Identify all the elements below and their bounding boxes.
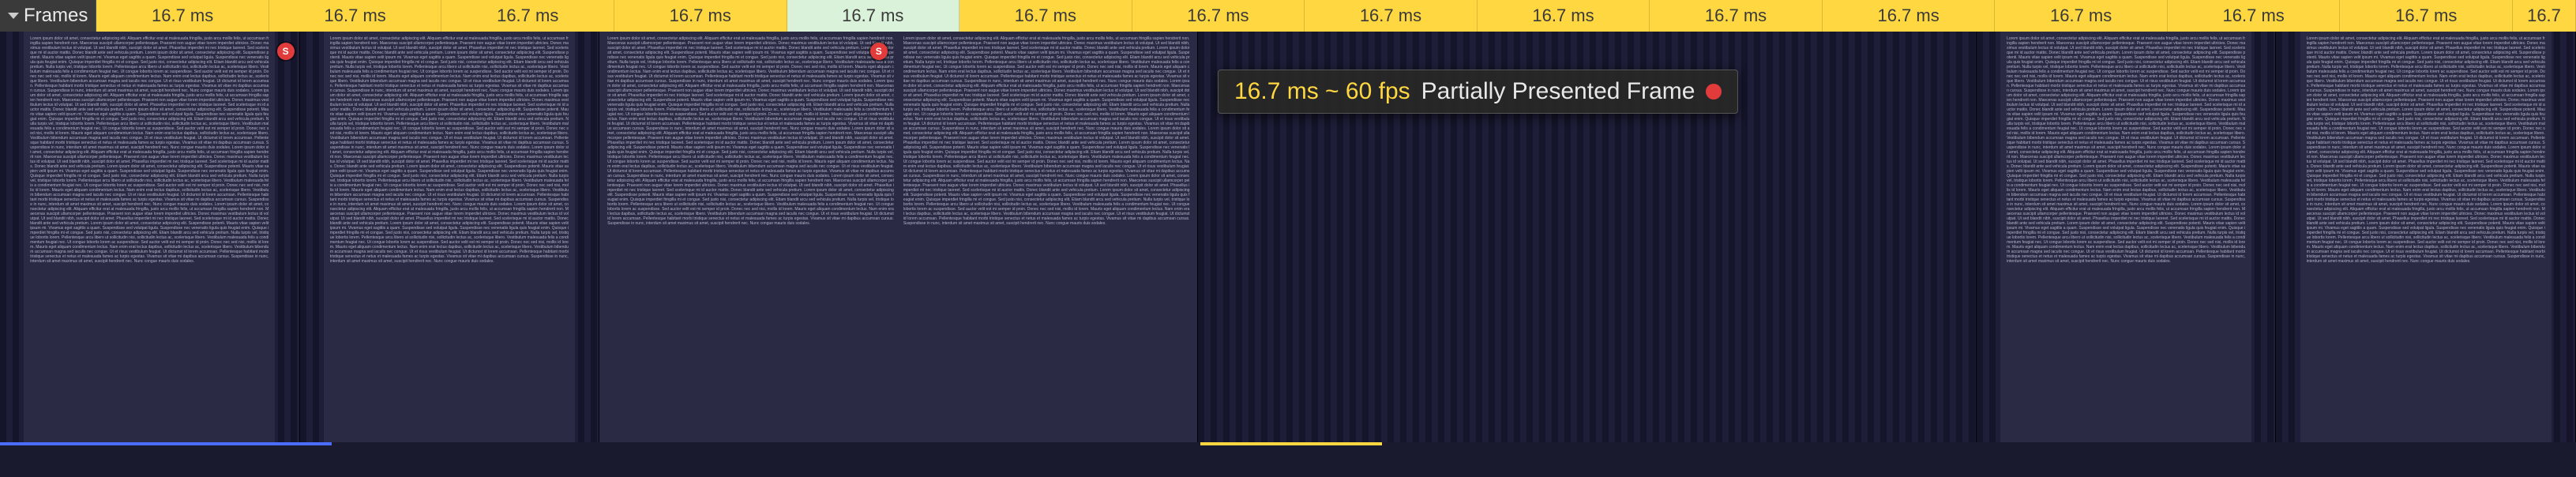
page-text: Lorem ipsum dolor sit amet, consectetur … [903, 36, 1190, 226]
partial-frame-indicator-icon [1706, 84, 1722, 100]
frame-cell[interactable]: 16.7 ms [614, 0, 787, 32]
page-content: Lorem ipsum dolor sit amet, consectetur … [599, 32, 899, 442]
frame-cell[interactable]: 16.7 ms [787, 0, 960, 32]
frame-screenshot[interactable]: Lorem ipsum dolor sit amet, consectetur … [2276, 32, 2576, 442]
tooltip-duration: 16.7 ms ~ 60 fps [1234, 78, 1410, 105]
page-text: Lorem ipsum dolor sit amet, consectetur … [2307, 36, 2545, 264]
frame-duration: 16.7 ms [1532, 6, 1594, 26]
divider-segment [1382, 442, 2576, 477]
frame-duration: 16.7 ms [1015, 6, 1076, 26]
frame-duration: 16.7 ms [2223, 6, 2285, 26]
bottom-divider [0, 442, 2576, 477]
frames-timeline: Frames 16.7 ms 16.7 ms 16.7 ms 16.7 ms 1… [0, 0, 2576, 477]
frame-cell[interactable]: 16.7 ms [1305, 0, 1478, 32]
frame-cell[interactable]: 16.7 ms [959, 0, 1132, 32]
tooltip-title: Partially Presented Frame [1421, 78, 1695, 105]
frame-duration: 16.7 ms [842, 6, 903, 26]
frames-ruler: Frames 16.7 ms 16.7 ms 16.7 ms 16.7 ms 1… [0, 0, 2576, 32]
frame-duration: 16.7 ms [1360, 6, 1421, 26]
divider-segment [1200, 442, 1382, 477]
frame-screenshot[interactable]: Lorem ipsum dolor sit amet, consectetur … [1977, 32, 2277, 442]
frame-cell[interactable]: 16.7 ms [1650, 0, 1823, 32]
frames-track-header[interactable]: Frames [0, 0, 96, 32]
frame-duration: 16.7 ms [670, 6, 731, 26]
page-text: Lorem ipsum dolor sit amet, consectetur … [330, 36, 569, 264]
frame-cell[interactable]: 16.7 ms [441, 0, 614, 32]
frame-cell[interactable]: 16.7 ms [1478, 0, 1650, 32]
layout-shift-marker-icon[interactable]: S [277, 43, 295, 60]
frame-duration: 16.7 ms [1705, 6, 1767, 26]
frame-duration: 16.7 [2527, 6, 2561, 26]
page-content: Lorem ipsum dolor sit amet, consectetur … [899, 32, 1198, 442]
frame-screenshot[interactable]: Lorem ipsum dolor sit amet, consectetur … [0, 32, 300, 442]
layout-shift-marker-icon[interactable]: S [870, 43, 888, 60]
frame-cell[interactable]: 16.7 [2513, 0, 2576, 32]
frame-duration: 16.7 ms [152, 6, 213, 26]
page-content: Lorem ipsum dolor sit amet, consectetur … [2300, 32, 2552, 442]
page-text: Lorem ipsum dolor sit amet, consectetur … [607, 36, 894, 226]
page-text: Lorem ipsum dolor sit amet, consectetur … [30, 36, 268, 264]
frame-tooltip: 16.7 ms ~ 60 fps Partially Presented Fra… [1218, 69, 1738, 114]
frame-duration: 16.7 ms [1877, 6, 1939, 26]
frame-duration: 16.7 ms [2395, 6, 2457, 26]
frame-screenshot[interactable]: Lorem ipsum dolor sit amet, consectetur … [599, 32, 1198, 442]
frame-cell[interactable]: 16.7 ms [1132, 0, 1305, 32]
frame-duration: 16.7 ms [1187, 6, 1249, 26]
divider-segment [332, 442, 1200, 477]
frame-cell[interactable]: 16.7 ms [1823, 0, 1996, 32]
frame-duration: 16.7 ms [497, 6, 558, 26]
frame-cell[interactable]: 16.7 ms [2340, 0, 2513, 32]
frame-cell[interactable]: 16.7 ms [269, 0, 442, 32]
screenshot-strip: Lorem ipsum dolor sit amet, consectetur … [0, 32, 2576, 442]
page-content: Lorem ipsum dolor sit amet, consectetur … [24, 32, 275, 442]
frame-cell[interactable]: 16.7 ms [1995, 0, 2168, 32]
page-content: Lorem ipsum dolor sit amet, consectetur … [324, 32, 575, 442]
frame-screenshot[interactable]: Lorem ipsum dolor sit amet, consectetur … [300, 32, 600, 442]
frames-track-label: Frames [24, 5, 88, 27]
frame-cell[interactable]: 16.7 ms [96, 0, 269, 32]
frame-duration: 16.7 ms [325, 6, 386, 26]
collapse-triangle-icon[interactable] [8, 13, 19, 19]
divider-segment [0, 442, 332, 477]
frame-cell[interactable]: 16.7 ms [2168, 0, 2341, 32]
frame-duration: 16.7 ms [2050, 6, 2112, 26]
page-text: Lorem ipsum dolor sit amet, consectetur … [2007, 36, 2245, 264]
page-content: Lorem ipsum dolor sit amet, consectetur … [2000, 32, 2251, 442]
